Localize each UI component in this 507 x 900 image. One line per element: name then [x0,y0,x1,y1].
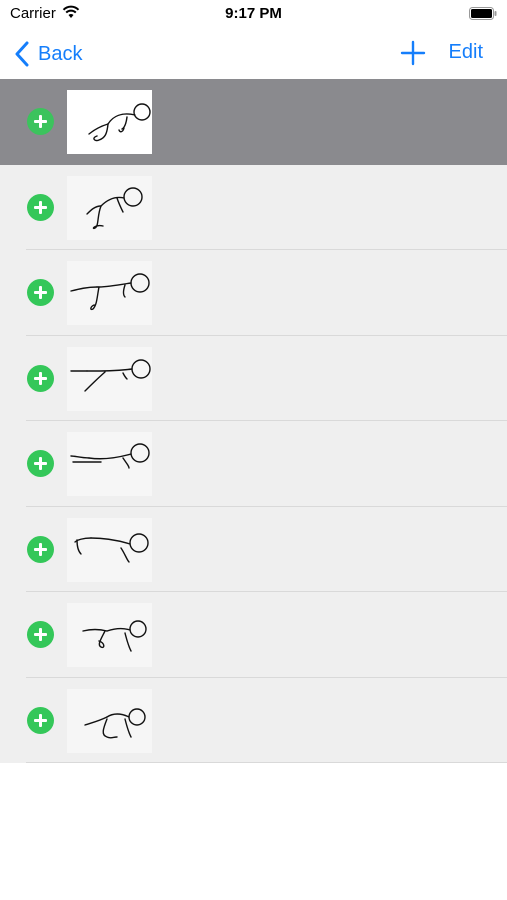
stick-figure-icon [70,358,151,392]
list-row-6[interactable] [0,507,507,593]
edit-button[interactable]: Edit [449,41,483,64]
stick-figure-icon [74,532,149,563]
add-circle-icon[interactable] [27,450,54,477]
list-row-2[interactable] [0,165,507,251]
pose-thumbnail [67,175,152,240]
add-circle-icon[interactable] [27,535,54,563]
pose-thumbnail [67,517,152,582]
pose-thumbnail [67,261,152,325]
add-circle-icon[interactable] [27,108,54,135]
clock: 9:17 PM [225,5,282,22]
back-button[interactable]: Back [14,39,82,69]
add-circle-icon[interactable] [27,706,54,734]
pose-list [0,79,507,763]
stick-figure-icon [86,186,143,229]
add-circle-icon[interactable] [27,279,54,306]
add-circle-icon[interactable] [27,193,54,221]
pose-thumbnail [67,90,152,154]
list-row-7[interactable] [0,592,507,678]
status-bar: Carrier 9:17 PM [0,0,507,28]
stick-figure-icon [70,273,150,311]
stick-figure-icon [70,443,150,469]
stick-figure-icon [88,103,151,142]
add-icon[interactable] [400,40,426,66]
add-circle-icon[interactable] [27,621,54,648]
list-row-3[interactable] [0,250,507,336]
pose-thumbnail [67,603,152,667]
pose-thumbnail [67,432,152,496]
list-row-5[interactable] [0,421,507,507]
navigation-bar: Back Edit [0,28,507,79]
battery-icon [469,7,497,20]
list-row-8[interactable] [0,678,507,764]
stick-figure-icon [82,620,147,652]
list-row-4[interactable] [0,336,507,422]
add-circle-icon[interactable] [27,364,54,392]
chevron-left-icon [15,41,29,67]
list-row-1[interactable] [0,79,507,165]
back-label: Back [38,42,83,65]
stick-figure-icon [84,707,146,739]
pose-thumbnail [67,346,152,411]
pose-thumbnail [67,688,152,753]
